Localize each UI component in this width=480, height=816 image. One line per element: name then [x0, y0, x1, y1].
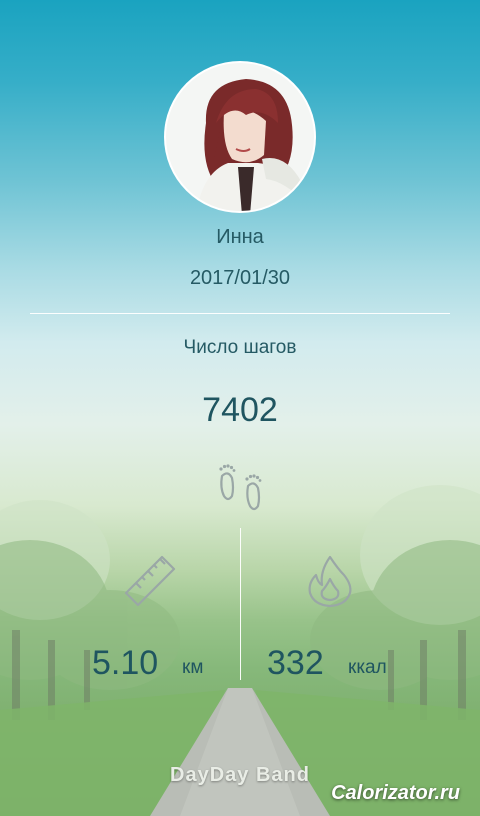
calories-value: 332	[267, 644, 324, 682]
footprints-icon	[219, 464, 262, 511]
watermark-text: Calorizator.ru	[331, 782, 460, 804]
distance-unit: км	[182, 657, 204, 678]
avatar-illustration	[166, 63, 314, 211]
flame-icon	[308, 555, 352, 608]
vertical-divider	[240, 528, 241, 680]
user-name: Инна	[216, 226, 264, 248]
horizontal-divider	[30, 313, 450, 314]
steps-count: 7402	[202, 391, 278, 429]
calories-unit: ккал	[348, 657, 387, 678]
avatar[interactable]	[164, 61, 316, 213]
ruler-icon	[124, 555, 176, 607]
steps-label: Число шагов	[183, 337, 297, 358]
distance-value: 5.10	[92, 644, 159, 682]
current-date[interactable]: 2017/01/30	[0, 267, 480, 290]
